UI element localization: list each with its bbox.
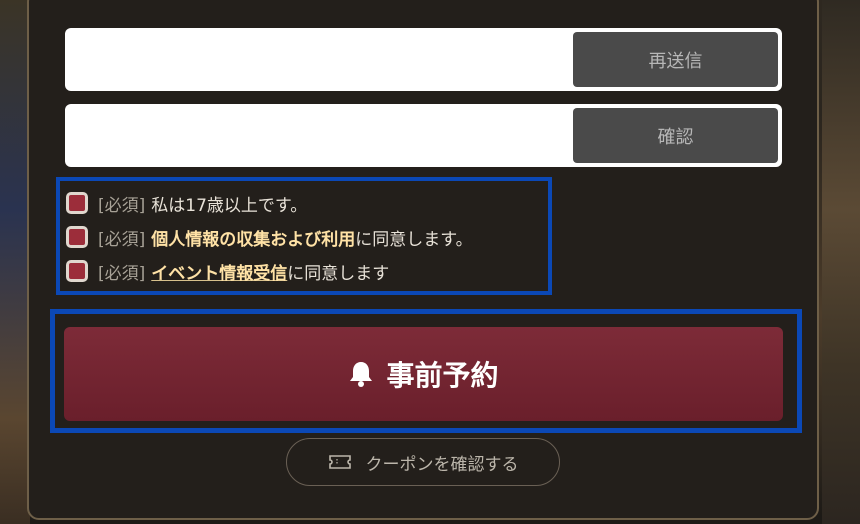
agreement-privacy[interactable]: [必須] 個人情報の収集および利用 に同意します。 — [66, 225, 473, 250]
checkbox[interactable] — [66, 192, 88, 214]
confirm-button[interactable]: 確認 — [573, 108, 778, 163]
checkbox[interactable] — [66, 226, 88, 248]
resend-button[interactable]: 再送信 — [573, 32, 778, 87]
check-coupon-button[interactable]: クーポンを確認する — [286, 438, 560, 486]
pre-register-button[interactable]: 事前予約 — [64, 327, 783, 421]
bell-icon — [350, 362, 373, 387]
pre-register-label: 事前予約 — [386, 359, 499, 392]
agreement-text: に同意します。 — [355, 229, 473, 250]
agreement-text: に同意します — [287, 263, 390, 284]
background-right — [822, 0, 860, 524]
code-input-row: 確認 — [65, 104, 782, 167]
privacy-policy-link[interactable]: 個人情報の収集および利用 — [151, 225, 355, 250]
ticket-icon — [328, 455, 351, 469]
event-info-link[interactable]: イベント情報受信 — [151, 259, 287, 284]
required-tag: [必須] — [98, 229, 146, 250]
agreement-text: 私は17歳以上です。 — [151, 195, 308, 216]
verification-code-input[interactable] — [75, 114, 559, 158]
check-coupon-label: クーポンを確認する — [365, 454, 519, 475]
checkbox[interactable] — [66, 260, 88, 282]
agreement-age[interactable]: [必須] 私は17歳以上です。 — [66, 191, 308, 216]
phone-input[interactable] — [75, 38, 559, 82]
required-tag: [必須] — [98, 195, 146, 216]
background-left — [0, 0, 30, 524]
agreement-event-info[interactable]: [必須] イベント情報受信 に同意します — [66, 259, 390, 284]
required-tag: [必須] — [98, 263, 146, 284]
phone-input-row: 再送信 — [65, 28, 782, 91]
